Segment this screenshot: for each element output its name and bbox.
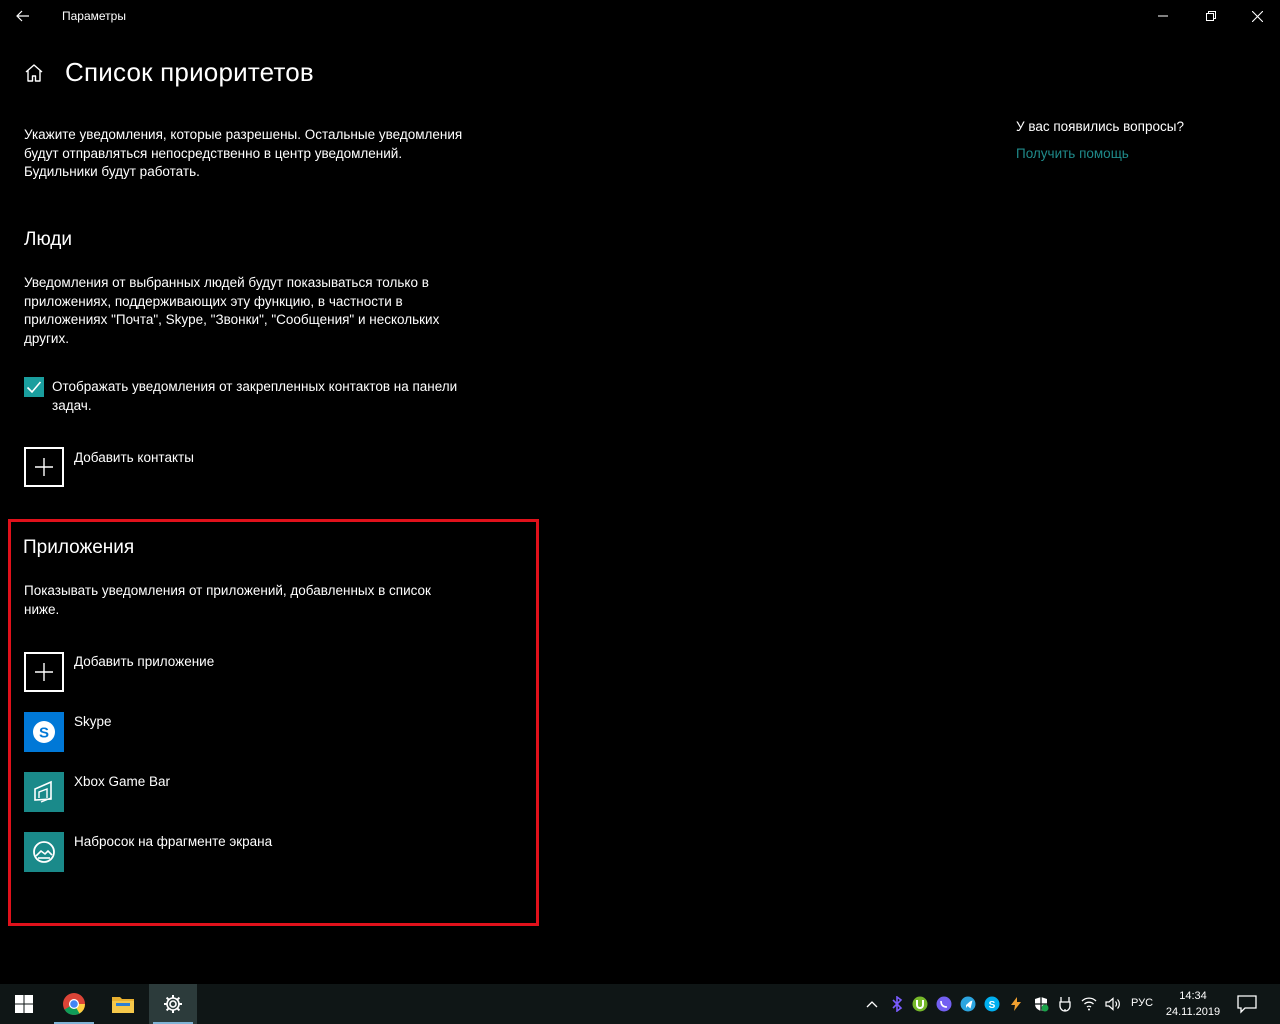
skype-tray-icon[interactable]: S	[984, 996, 1000, 1012]
app-item-snip-sketch[interactable]: Набросок на фрагменте экрана	[74, 834, 272, 849]
settings-gear-icon	[164, 995, 182, 1013]
add-contacts-button[interactable]	[24, 447, 64, 487]
title-bar: Параметры	[0, 0, 1280, 32]
viber-icon[interactable]	[936, 996, 952, 1012]
snip-sketch-icon[interactable]	[24, 832, 64, 872]
people-description: Уведомления от выбранных людей будут пок…	[24, 275, 440, 346]
bluetooth-icon[interactable]	[889, 996, 905, 1012]
pinned-contacts-checkbox[interactable]	[24, 377, 44, 397]
restore-button[interactable]	[1188, 0, 1234, 32]
windows-start-icon	[15, 995, 33, 1013]
minimize-button[interactable]	[1140, 0, 1186, 32]
clock-date: 24.11.2019	[1165, 1006, 1221, 1018]
taskbar-chrome[interactable]	[50, 984, 98, 1024]
telegram-icon[interactable]	[960, 996, 976, 1012]
chrome-icon	[63, 993, 85, 1015]
skype-icon[interactable]: S	[24, 712, 64, 752]
language-indicator[interactable]: РУС	[1131, 997, 1153, 1009]
add-app-label[interactable]: Добавить приложение	[74, 654, 214, 669]
clock-time: 14:34	[1179, 990, 1207, 1002]
taskbar: S РУС 14:34 24.11.2019	[0, 984, 1280, 1024]
taskbar-settings[interactable]	[149, 984, 197, 1024]
volume-icon[interactable]	[1105, 996, 1121, 1012]
home-icon[interactable]	[23, 62, 45, 84]
apps-section-title: Приложения	[23, 537, 135, 558]
people-section-title: Люди	[24, 229, 73, 250]
help-question: У вас появились вопросы?	[1016, 119, 1184, 134]
usb-icon[interactable]	[1057, 996, 1073, 1012]
checkmark-icon	[26, 381, 42, 394]
apps-description: Показывать уведомления от приложений, до…	[24, 583, 431, 617]
plus-icon	[35, 663, 53, 681]
restore-icon	[1206, 11, 1216, 21]
defender-icon[interactable]	[1033, 996, 1049, 1012]
app-title: Параметры	[62, 9, 126, 23]
network-icon[interactable]	[1081, 996, 1097, 1012]
action-center-icon[interactable]	[1236, 994, 1258, 1014]
power-icon[interactable]	[1008, 996, 1024, 1012]
clock[interactable]: 14:34 24.11.2019	[1160, 988, 1226, 1020]
intro-text: Укажите уведомления, которые разрешены. …	[24, 127, 463, 179]
start-button[interactable]	[0, 984, 48, 1024]
app-item-skype[interactable]: Skype	[74, 714, 112, 729]
back-button[interactable]	[8, 2, 38, 30]
taskbar-file-explorer[interactable]	[99, 984, 147, 1024]
close-button[interactable]	[1234, 0, 1280, 32]
plus-icon	[35, 458, 53, 476]
back-arrow-icon	[16, 10, 29, 22]
add-contacts-label[interactable]: Добавить контакты	[74, 450, 194, 465]
svg-text:S: S	[39, 725, 49, 742]
chevron-up-icon[interactable]	[864, 996, 880, 1012]
xbox-game-bar-icon[interactable]	[24, 772, 64, 812]
file-explorer-icon	[112, 997, 134, 1013]
close-icon	[1251, 10, 1263, 22]
svg-text:S: S	[989, 1000, 996, 1011]
add-app-button[interactable]	[24, 652, 64, 692]
utorrent-icon[interactable]	[912, 996, 928, 1012]
app-item-xbox-game-bar[interactable]: Xbox Game Bar	[74, 774, 170, 789]
minimize-icon	[1158, 15, 1168, 17]
pinned-contacts-label[interactable]: Отображать уведомления от закрепленных к…	[52, 378, 457, 415]
get-help-link[interactable]: Получить помощь	[1016, 146, 1129, 161]
page-title: Список приоритетов	[65, 57, 314, 87]
